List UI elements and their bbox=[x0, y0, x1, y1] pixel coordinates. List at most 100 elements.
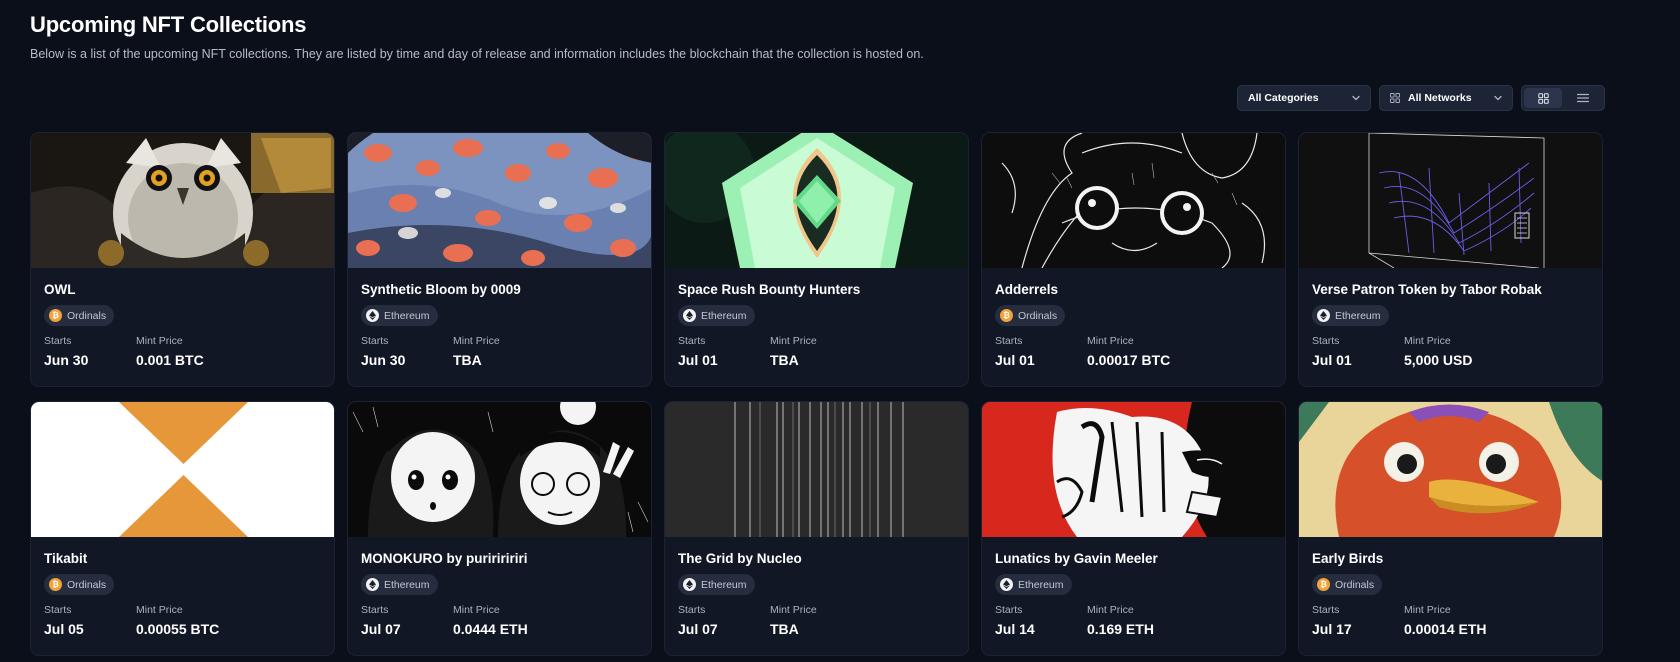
start-date: Jul 01 bbox=[995, 352, 1035, 368]
ethereum-icon bbox=[1000, 578, 1013, 591]
collection-title: Adderrels bbox=[995, 282, 1059, 297]
collection-card[interactable]: OWL ₿ Ordinals Starts Jun 30 Mint Price … bbox=[30, 132, 335, 387]
collection-card[interactable]: Tikabit ₿ Ordinals Starts Jul 05 Mint Pr… bbox=[30, 401, 335, 656]
collection-image-lunatics bbox=[982, 402, 1285, 537]
starts-label: Starts bbox=[361, 604, 389, 616]
start-date: Jul 07 bbox=[361, 621, 401, 637]
category-dropdown-label: All Categories bbox=[1248, 92, 1319, 104]
ethereum-icon bbox=[366, 309, 379, 322]
chain-badge: Ethereum bbox=[995, 574, 1072, 595]
view-toggle bbox=[1521, 85, 1605, 111]
collection-title: The Grid by Nucleo bbox=[678, 551, 802, 566]
collection-title: Early Birds bbox=[1312, 551, 1384, 566]
mint-price-label: Mint Price bbox=[770, 604, 817, 616]
mint-price-label: Mint Price bbox=[136, 604, 183, 616]
mint-price: 0.00017 BTC bbox=[1087, 352, 1171, 368]
starts-label: Starts bbox=[678, 335, 706, 347]
mint-price: TBA bbox=[770, 352, 799, 368]
mint-price: TBA bbox=[770, 621, 799, 637]
chain-label: Ethereum bbox=[701, 578, 747, 591]
starts-label: Starts bbox=[678, 604, 706, 616]
chevron-down-icon bbox=[1493, 93, 1503, 103]
chain-badge: Ethereum bbox=[678, 574, 755, 595]
collection-image-synthetic-bloom bbox=[348, 133, 651, 268]
network-grid-icon bbox=[1390, 93, 1400, 103]
start-date: Jun 30 bbox=[361, 352, 406, 368]
bitcoin-icon: ₿ bbox=[1000, 309, 1013, 322]
chain-label: Ethereum bbox=[1018, 578, 1064, 591]
chain-label: Ethereum bbox=[384, 309, 430, 322]
chain-label: Ordinals bbox=[1335, 578, 1375, 591]
collection-image-tikabit bbox=[31, 402, 334, 537]
collection-title: Verse Patron Token by Tabor Robak bbox=[1312, 282, 1542, 297]
mint-price-label: Mint Price bbox=[453, 335, 500, 347]
mint-price-label: Mint Price bbox=[453, 604, 500, 616]
collection-card[interactable]: The Grid by Nucleo Ethereum Starts Jul 0… bbox=[664, 401, 969, 656]
collection-card[interactable]: Verse Patron Token by Tabor Robak Ethere… bbox=[1298, 132, 1603, 387]
mint-price-label: Mint Price bbox=[1087, 604, 1134, 616]
start-date: Jul 05 bbox=[44, 621, 84, 637]
collection-card[interactable]: Adderrels ₿ Ordinals Starts Jul 01 Mint … bbox=[981, 132, 1286, 387]
chain-label: Ordinals bbox=[67, 309, 107, 322]
chain-badge: Ethereum bbox=[1312, 305, 1389, 326]
network-dropdown[interactable]: All Networks bbox=[1379, 85, 1513, 111]
collection-card[interactable]: Lunatics by Gavin Meeler Ethereum Starts… bbox=[981, 401, 1286, 656]
chain-label: Ethereum bbox=[1335, 309, 1381, 322]
collection-title: Tikabit bbox=[44, 551, 88, 566]
starts-label: Starts bbox=[995, 335, 1023, 347]
grid-view-icon bbox=[1537, 92, 1549, 104]
bitcoin-icon: ₿ bbox=[1317, 578, 1330, 591]
list-view-icon bbox=[1577, 93, 1589, 103]
bitcoin-icon: ₿ bbox=[49, 578, 62, 591]
chain-label: Ordinals bbox=[1018, 309, 1058, 322]
mint-price: 0.00014 ETH bbox=[1404, 621, 1487, 637]
starts-label: Starts bbox=[1312, 604, 1340, 616]
start-date: Jul 17 bbox=[1312, 621, 1352, 637]
network-dropdown-label: All Networks bbox=[1408, 92, 1472, 104]
mint-price: TBA bbox=[453, 352, 482, 368]
collection-card[interactable]: Early Birds ₿ Ordinals Starts Jul 17 Min… bbox=[1298, 401, 1603, 656]
collection-card[interactable]: Synthetic Bloom by 0009 Ethereum Starts … bbox=[347, 132, 652, 387]
collection-card[interactable]: MONOKURO by puririririri Ethereum Starts… bbox=[347, 401, 652, 656]
page-title: Upcoming NFT Collections bbox=[30, 12, 307, 37]
collection-card[interactable]: Space Rush Bounty Hunters Ethereum Start… bbox=[664, 132, 969, 387]
ethereum-icon bbox=[366, 578, 379, 591]
bitcoin-icon: ₿ bbox=[49, 309, 62, 322]
chevron-down-icon bbox=[1351, 93, 1361, 103]
chain-badge: ₿ Ordinals bbox=[1312, 574, 1383, 595]
mint-price-label: Mint Price bbox=[1404, 604, 1451, 616]
chain-badge: Ethereum bbox=[678, 305, 755, 326]
mint-price: 0.001 BTC bbox=[136, 352, 204, 368]
filter-toolbar: All Categories All Networks bbox=[1237, 85, 1605, 111]
starts-label: Starts bbox=[44, 335, 72, 347]
grid-view-button[interactable] bbox=[1524, 88, 1562, 108]
starts-label: Starts bbox=[44, 604, 72, 616]
chain-label: Ethereum bbox=[384, 578, 430, 591]
chain-badge: Ethereum bbox=[361, 574, 438, 595]
collection-image-early-birds bbox=[1299, 402, 1602, 537]
ethereum-icon bbox=[1317, 309, 1330, 322]
collection-image-space-rush bbox=[665, 133, 968, 268]
starts-label: Starts bbox=[1312, 335, 1340, 347]
ethereum-icon bbox=[683, 309, 696, 322]
starts-label: Starts bbox=[361, 335, 389, 347]
start-date: Jul 01 bbox=[678, 352, 718, 368]
chain-badge: ₿ Ordinals bbox=[995, 305, 1066, 326]
mint-price-label: Mint Price bbox=[770, 335, 817, 347]
chain-badge: Ethereum bbox=[361, 305, 438, 326]
mint-price: 5,000 USD bbox=[1404, 352, 1473, 368]
mint-price: 0.00055 BTC bbox=[136, 621, 220, 637]
mint-price-label: Mint Price bbox=[1404, 335, 1451, 347]
starts-label: Starts bbox=[995, 604, 1023, 616]
start-date: Jul 01 bbox=[1312, 352, 1352, 368]
collection-image-monokuro bbox=[348, 402, 651, 537]
start-date: Jun 30 bbox=[44, 352, 89, 368]
chain-label: Ethereum bbox=[701, 309, 747, 322]
category-dropdown[interactable]: All Categories bbox=[1237, 85, 1371, 111]
page-description: Below is a list of the upcoming NFT coll… bbox=[30, 47, 924, 61]
start-date: Jul 14 bbox=[995, 621, 1035, 637]
collection-title: Space Rush Bounty Hunters bbox=[678, 282, 861, 297]
start-date: Jul 07 bbox=[678, 621, 718, 637]
mint-price-label: Mint Price bbox=[1087, 335, 1134, 347]
list-view-button[interactable] bbox=[1564, 88, 1602, 108]
